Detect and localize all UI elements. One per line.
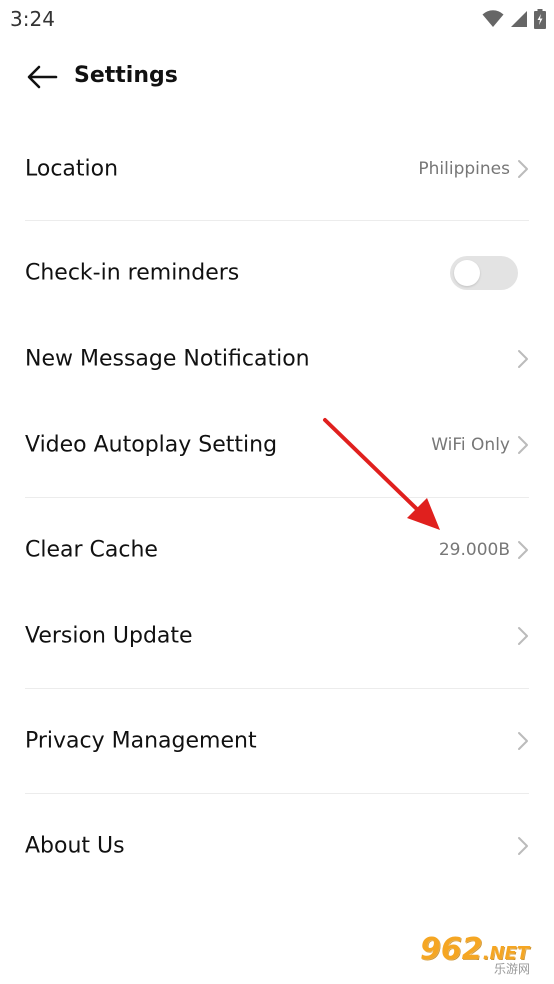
- settings-row-video-autoplay[interactable]: Video Autoplay Setting WiFi Only: [0, 402, 554, 488]
- back-button[interactable]: [24, 62, 60, 92]
- watermark-subtitle: 乐游网: [494, 962, 531, 976]
- chevron-right-icon: [518, 436, 528, 454]
- settings-row-about-us[interactable]: About Us: [0, 803, 554, 889]
- chevron-right-icon: [518, 732, 528, 750]
- chevron-right-icon: [518, 627, 528, 645]
- about-us-label: About Us: [25, 833, 125, 859]
- arrow-left-icon: [27, 65, 58, 89]
- battery-icon: [534, 9, 546, 29]
- video-autoplay-label: Video Autoplay Setting: [25, 432, 278, 458]
- page-title: Settings: [74, 63, 178, 88]
- signal-icon: [511, 11, 527, 27]
- checkin-reminders-label: Check-in reminders: [25, 260, 240, 286]
- status-icons: [482, 8, 546, 30]
- status-time: 3:24: [10, 7, 55, 31]
- settings-row-new-message-notification[interactable]: New Message Notification: [0, 316, 554, 402]
- privacy-management-label: Privacy Management: [25, 728, 257, 754]
- clear-cache-label: Clear Cache: [25, 537, 158, 563]
- watermark-logo: 962.NET 乐游网: [414, 932, 548, 978]
- version-update-label: Version Update: [25, 623, 193, 649]
- divider: [25, 688, 529, 689]
- divider: [25, 793, 529, 794]
- settings-row-version-update[interactable]: Version Update: [0, 593, 554, 679]
- new-message-notification-label: New Message Notification: [25, 346, 310, 372]
- chevron-right-icon: [518, 837, 528, 855]
- toggle-knob: [454, 260, 480, 286]
- video-autoplay-value: WiFi Only: [431, 435, 510, 455]
- settings-row-clear-cache[interactable]: Clear Cache 29.000B: [0, 507, 554, 593]
- status-bar: 3:24: [0, 0, 554, 40]
- wifi-icon: [482, 10, 504, 27]
- location-label: Location: [25, 156, 119, 182]
- settings-row-privacy-management[interactable]: Privacy Management: [0, 698, 554, 784]
- divider: [25, 220, 529, 221]
- clear-cache-value: 29.000B: [438, 540, 510, 560]
- settings-row-checkin-reminders: Check-in reminders: [0, 230, 554, 316]
- location-value: Philippines: [418, 159, 510, 179]
- settings-row-location[interactable]: Location Philippines: [0, 126, 554, 212]
- chevron-right-icon: [518, 160, 528, 178]
- chevron-right-icon: [518, 350, 528, 368]
- divider: [25, 497, 529, 498]
- checkin-reminders-toggle[interactable]: [450, 256, 518, 290]
- chevron-right-icon: [518, 541, 528, 559]
- header: Settings: [0, 50, 554, 106]
